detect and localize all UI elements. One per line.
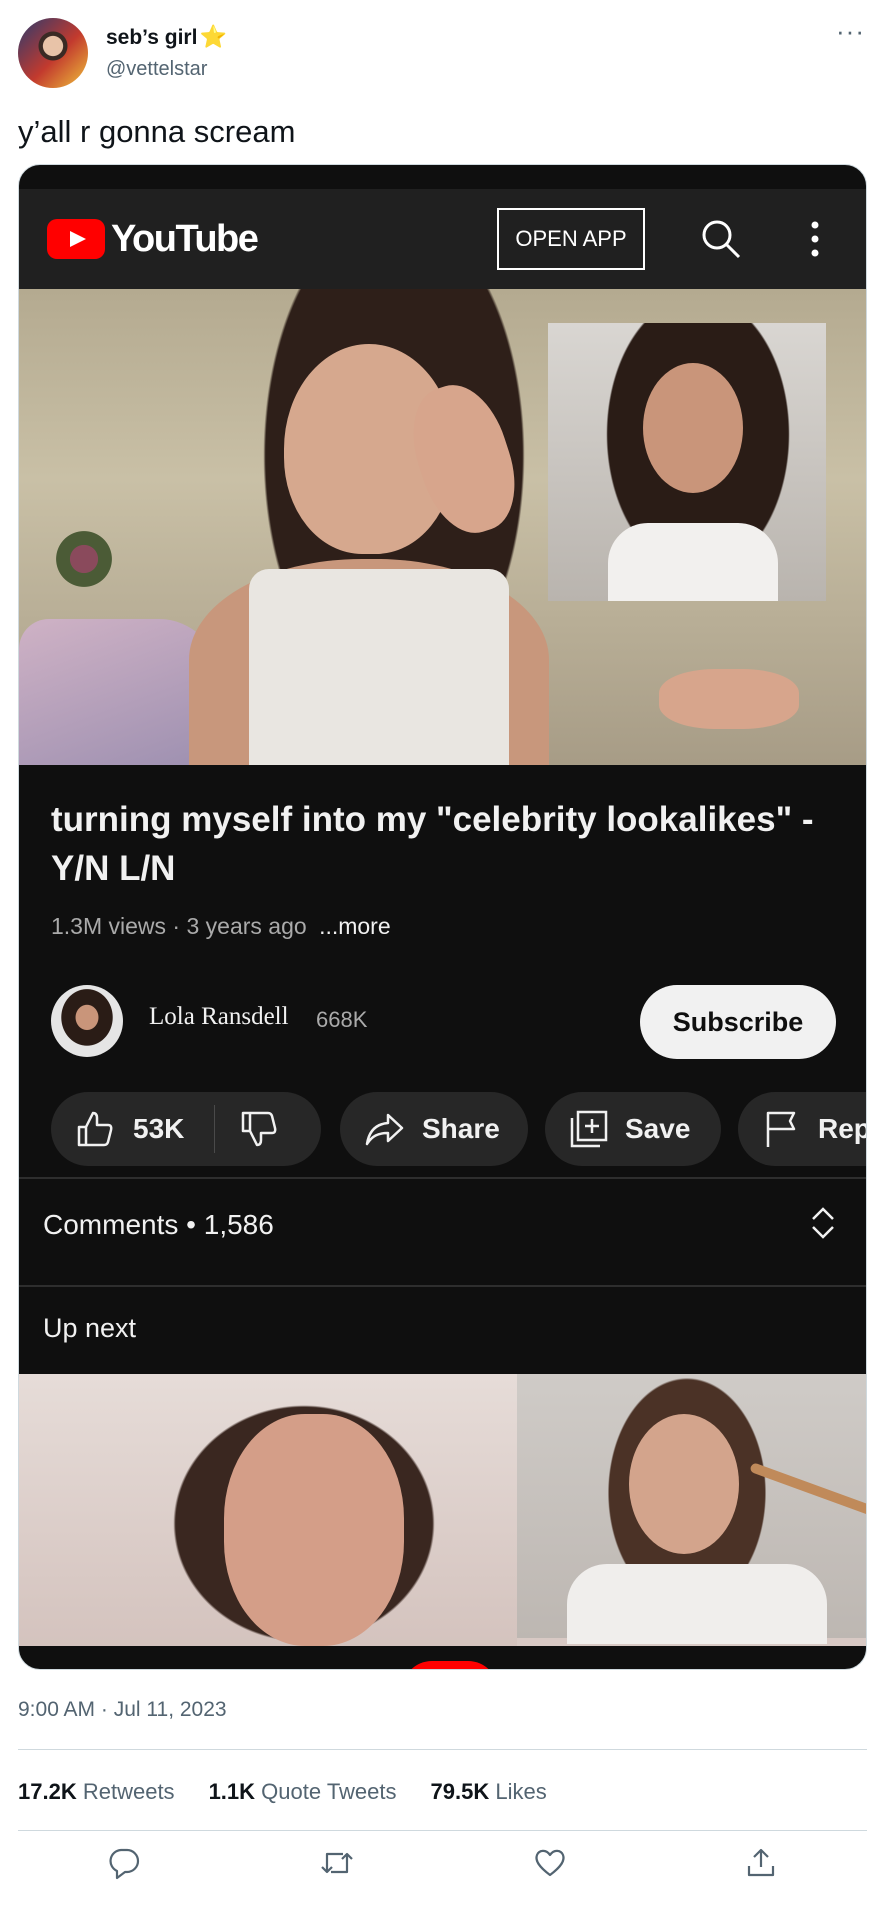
comments-header: Comments • 1,586	[43, 1209, 274, 1240]
video-title: turning myself into my "celebrity lookal…	[51, 795, 841, 893]
quotes-label: Quote Tweets	[261, 1779, 397, 1804]
tweet-actions	[18, 1846, 867, 1880]
kebab-menu-icon	[811, 221, 819, 257]
expand-chevrons-icon	[812, 1207, 834, 1239]
youtube-wordmark: YouTube	[111, 217, 259, 260]
save-label: Save	[625, 1113, 691, 1144]
video-views: 1.3M views · 3 years ago	[51, 913, 307, 939]
thumbs-up-icon	[77, 1111, 113, 1147]
share-arrow-icon	[365, 1113, 404, 1146]
retweets-stat[interactable]: 17.2K Retweets	[18, 1779, 175, 1805]
youtube-header: YouTube OPEN APP	[19, 189, 866, 289]
flag-icon	[766, 1111, 796, 1147]
comments-label: Comments	[43, 1209, 179, 1240]
likes-count: 79.5K	[430, 1779, 490, 1804]
retweets-count: 17.2K	[18, 1779, 77, 1804]
likes-stat[interactable]: 79.5K Likes	[431, 1779, 547, 1805]
thumbs-down-icon	[242, 1111, 277, 1147]
like-count: 53K	[133, 1113, 185, 1144]
author-avatar[interactable]	[18, 18, 88, 88]
flowers-decor	[49, 529, 119, 589]
video-player-frame	[19, 289, 866, 765]
thumbnail-face	[629, 1414, 739, 1554]
share-pill: Share	[340, 1092, 528, 1166]
likes-label: Likes	[495, 1779, 547, 1804]
author-display-name: seb’s girl	[106, 26, 198, 49]
divider	[18, 1830, 867, 1831]
youtube-play-icon	[47, 219, 105, 259]
divider	[18, 1749, 867, 1750]
share-icon[interactable]	[744, 1846, 778, 1880]
save-playlist-icon	[570, 1110, 608, 1148]
subscriber-count: 668K	[316, 1007, 368, 1032]
thumbnail-right-photo	[517, 1374, 866, 1644]
save-pill: Save	[545, 1092, 721, 1166]
inset-photo	[548, 323, 826, 601]
tweet-timestamp[interactable]: 9:00 AM · Jul 11, 2023	[18, 1698, 227, 1722]
channel-avatar	[51, 985, 123, 1057]
floating-red-button	[402, 1661, 498, 1669]
youtube-logo: YouTube	[47, 217, 259, 260]
thumbnail-shirt	[567, 1564, 827, 1644]
pill-divider	[214, 1105, 216, 1153]
open-app-button: OPEN APP	[497, 208, 645, 270]
search-icon	[702, 220, 741, 259]
comments-count: 1,586	[203, 1209, 274, 1240]
person-hand	[659, 669, 799, 729]
engagement-stats: 17.2K Retweets 1.1K Quote Tweets 79.5K L…	[18, 1779, 547, 1805]
thumbnail-face	[224, 1414, 404, 1646]
quotes-stat[interactable]: 1.1K Quote Tweets	[209, 1779, 397, 1805]
section-divider	[19, 1285, 866, 1287]
report-pill: Rep	[738, 1092, 867, 1166]
like-icon[interactable]	[533, 1846, 567, 1880]
tweet-media-image[interactable]: YouTube OPEN APP turning myself into my …	[18, 164, 867, 1670]
up-next-label: Up next	[43, 1313, 137, 1343]
channel-name: Lola Ransdell	[149, 1003, 289, 1030]
person-top	[249, 569, 509, 765]
tweet-text: y’all r gonna scream	[18, 114, 296, 149]
more-link: ...more	[319, 913, 391, 939]
share-label: Share	[422, 1113, 500, 1144]
more-options-icon[interactable]: ···	[836, 16, 865, 47]
section-divider	[19, 1177, 866, 1179]
subscribe-button: Subscribe	[640, 985, 836, 1059]
video-title-line: Y/N L/N	[51, 849, 176, 888]
thumbnail-left-photo	[19, 1374, 517, 1646]
video-title-line: turning myself into my "celebrity lookal…	[51, 800, 814, 839]
quotes-count: 1.1K	[208, 1779, 256, 1804]
retweets-label: Retweets	[82, 1779, 175, 1804]
star-icon: ⭐	[199, 24, 227, 49]
author-handle[interactable]: @vettelstar	[106, 58, 207, 81]
report-label: Rep	[818, 1113, 867, 1144]
reply-icon[interactable]	[107, 1846, 141, 1880]
inset-face	[643, 363, 743, 493]
like-dislike-pill: 53K	[51, 1092, 321, 1166]
retweet-icon[interactable]	[318, 1846, 356, 1880]
author-name[interactable]: seb’s girl⭐	[106, 24, 227, 50]
up-next-thumbnail	[19, 1374, 866, 1646]
inset-shirt	[608, 523, 778, 601]
video-meta: 1.3M views · 3 years ago ...more	[51, 913, 391, 940]
